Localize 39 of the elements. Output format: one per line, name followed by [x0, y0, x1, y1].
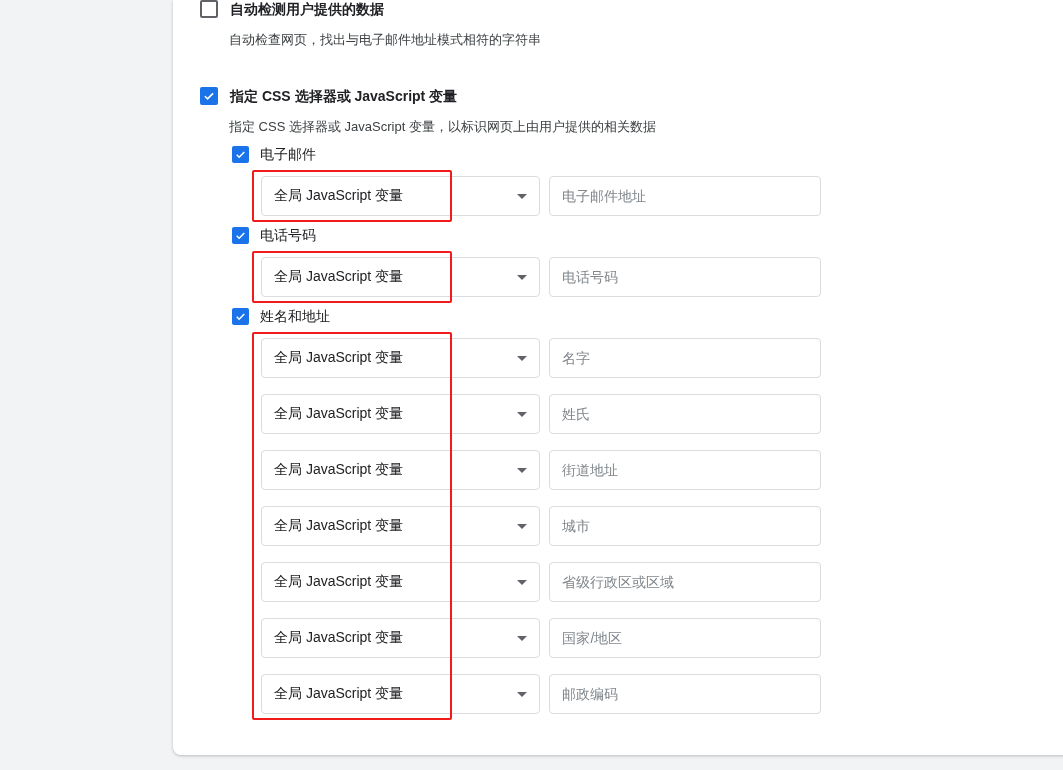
- dropdown-arrow-icon: [517, 467, 528, 473]
- checkbox[interactable]: [200, 87, 218, 105]
- dropdown-arrow-icon: [517, 579, 528, 585]
- dropdown-arrow-icon: [517, 355, 528, 361]
- variable-input[interactable]: 姓氏: [549, 394, 821, 434]
- source-dropdown[interactable]: 全局 JavaScript 变量: [261, 674, 541, 714]
- source-dropdown[interactable]: 全局 JavaScript 变量: [261, 338, 541, 378]
- option-title: 指定 CSS 选择器或 JavaScript 变量: [230, 87, 458, 105]
- variable-input[interactable]: 电子邮件地址: [549, 176, 821, 216]
- source-dropdown[interactable]: 全局 JavaScript 变量: [261, 257, 541, 297]
- variable-input[interactable]: 邮政编码: [549, 674, 821, 714]
- source-dropdown[interactable]: 全局 JavaScript 变量: [261, 176, 541, 216]
- dropdown-arrow-icon: [517, 193, 528, 199]
- source-dropdown[interactable]: 全局 JavaScript 变量: [261, 506, 541, 546]
- checkbox[interactable]: [200, 0, 218, 18]
- group-label: 电子邮件: [260, 145, 316, 163]
- source-dropdown[interactable]: 全局 JavaScript 变量: [261, 618, 541, 658]
- source-dropdown[interactable]: 全局 JavaScript 变量: [261, 450, 541, 490]
- dropdown-arrow-icon: [517, 635, 528, 641]
- checkbox[interactable]: [232, 145, 249, 163]
- variable-input[interactable]: 街道地址: [549, 450, 821, 490]
- option-description: 指定 CSS 选择器或 JavaScript 变量，以标识网页上由用户提供的相关数据: [229, 118, 657, 136]
- variable-input[interactable]: 城市: [549, 506, 821, 546]
- dropdown-arrow-icon: [517, 691, 528, 697]
- dropdown-arrow-icon: [517, 274, 528, 280]
- dropdown-arrow-icon: [517, 523, 528, 529]
- variable-input[interactable]: 电话号码: [549, 257, 821, 297]
- source-dropdown[interactable]: 全局 JavaScript 变量: [261, 394, 541, 434]
- checkbox[interactable]: [232, 226, 249, 244]
- variable-input[interactable]: 国家/地区: [549, 618, 821, 658]
- source-dropdown[interactable]: 全局 JavaScript 变量: [261, 562, 541, 602]
- option-title: 自动检测用户提供的数据: [230, 0, 384, 18]
- group-label: 姓名和地址: [260, 307, 330, 325]
- checkbox[interactable]: [232, 307, 249, 325]
- dropdown-arrow-icon: [517, 411, 528, 417]
- option-description: 自动检查网页，找出与电子邮件地址模式相符的字符串: [229, 31, 542, 49]
- variable-input[interactable]: 名字: [549, 338, 821, 378]
- group-label: 电话号码: [260, 226, 316, 244]
- variable-input[interactable]: 省级行政区或区域: [549, 562, 821, 602]
